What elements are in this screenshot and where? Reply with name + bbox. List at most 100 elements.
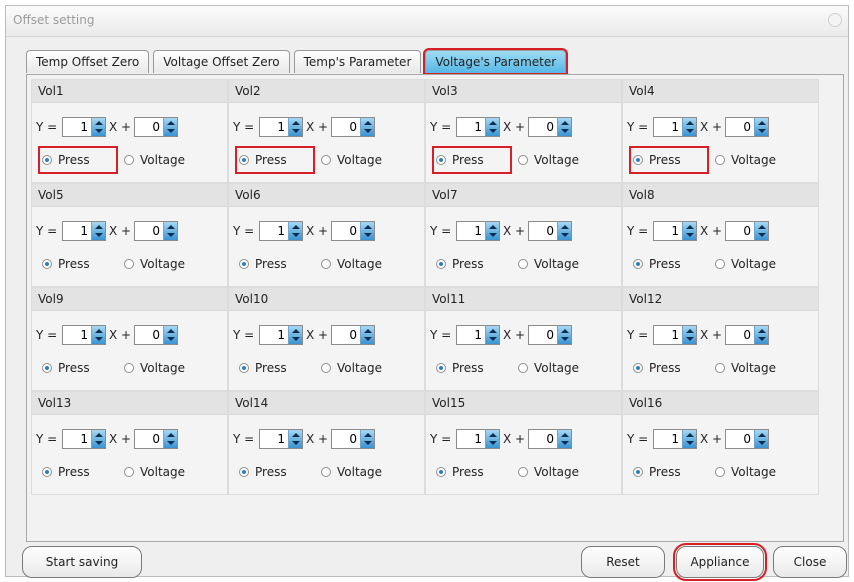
spin-arrows-icon[interactable] — [754, 222, 768, 240]
voltage-radio[interactable]: Voltage — [518, 358, 579, 378]
press-radio[interactable]: Press — [436, 358, 508, 378]
x-offset-input[interactable] — [332, 326, 360, 344]
close-button[interactable]: Close — [773, 546, 847, 578]
x-offset-spinner[interactable] — [134, 117, 178, 137]
x-offset-input[interactable] — [726, 118, 754, 136]
y-multiplier-input[interactable] — [654, 326, 682, 344]
x-offset-input[interactable] — [726, 326, 754, 344]
y-multiplier-input[interactable] — [457, 118, 485, 136]
spin-arrows-icon[interactable] — [288, 118, 302, 136]
y-multiplier-input[interactable] — [260, 222, 288, 240]
spin-arrows-icon[interactable] — [163, 326, 177, 344]
x-offset-spinner[interactable] — [528, 221, 572, 241]
spin-arrows-icon[interactable] — [360, 430, 374, 448]
reset-button[interactable]: Reset — [581, 546, 665, 578]
voltage-radio[interactable]: Voltage — [518, 150, 579, 170]
spin-arrows-icon[interactable] — [557, 326, 571, 344]
spin-arrows-icon[interactable] — [485, 222, 499, 240]
press-radio[interactable]: Press — [239, 462, 311, 482]
voltage-radio[interactable]: Voltage — [518, 462, 579, 482]
spin-arrows-icon[interactable] — [163, 222, 177, 240]
press-radio[interactable]: Press — [432, 146, 512, 174]
spin-arrows-icon[interactable] — [91, 326, 105, 344]
window-corner-icon[interactable] — [828, 13, 842, 27]
y-multiplier-spinner[interactable] — [653, 429, 697, 449]
press-radio[interactable]: Press — [42, 462, 114, 482]
spin-arrows-icon[interactable] — [288, 430, 302, 448]
spin-arrows-icon[interactable] — [557, 222, 571, 240]
x-offset-spinner[interactable] — [331, 221, 375, 241]
x-offset-spinner[interactable] — [528, 117, 572, 137]
press-radio[interactable]: Press — [436, 462, 508, 482]
press-radio[interactable]: Press — [633, 462, 705, 482]
voltage-radio[interactable]: Voltage — [715, 254, 776, 274]
tab-temps-parameter[interactable]: Temp's Parameter — [293, 50, 422, 73]
press-radio[interactable]: Press — [239, 254, 311, 274]
x-offset-spinner[interactable] — [134, 429, 178, 449]
press-radio[interactable]: Press — [436, 254, 508, 274]
spin-arrows-icon[interactable] — [682, 118, 696, 136]
press-radio[interactable]: Press — [239, 358, 311, 378]
x-offset-spinner[interactable] — [725, 117, 769, 137]
y-multiplier-input[interactable] — [260, 326, 288, 344]
voltage-radio[interactable]: Voltage — [124, 358, 185, 378]
spin-arrows-icon[interactable] — [91, 430, 105, 448]
y-multiplier-input[interactable] — [260, 118, 288, 136]
press-radio[interactable]: Press — [633, 358, 705, 378]
spin-arrows-icon[interactable] — [163, 118, 177, 136]
y-multiplier-spinner[interactable] — [259, 429, 303, 449]
press-radio[interactable]: Press — [38, 146, 118, 174]
y-multiplier-input[interactable] — [63, 430, 91, 448]
y-multiplier-spinner[interactable] — [653, 325, 697, 345]
spin-arrows-icon[interactable] — [360, 222, 374, 240]
y-multiplier-input[interactable] — [260, 430, 288, 448]
spin-arrows-icon[interactable] — [288, 326, 302, 344]
x-offset-spinner[interactable] — [725, 325, 769, 345]
spin-arrows-icon[interactable] — [557, 430, 571, 448]
press-radio[interactable]: Press — [42, 358, 114, 378]
y-multiplier-input[interactable] — [63, 118, 91, 136]
y-multiplier-spinner[interactable] — [456, 117, 500, 137]
spin-arrows-icon[interactable] — [682, 326, 696, 344]
x-offset-spinner[interactable] — [134, 221, 178, 241]
spin-arrows-icon[interactable] — [754, 326, 768, 344]
x-offset-input[interactable] — [135, 222, 163, 240]
start-saving-button[interactable]: Start saving — [22, 546, 142, 578]
x-offset-input[interactable] — [529, 222, 557, 240]
spin-arrows-icon[interactable] — [754, 118, 768, 136]
voltage-radio[interactable]: Voltage — [124, 254, 185, 274]
voltage-radio[interactable]: Voltage — [715, 358, 776, 378]
voltage-radio[interactable]: Voltage — [518, 254, 579, 274]
y-multiplier-spinner[interactable] — [62, 221, 106, 241]
y-multiplier-input[interactable] — [654, 430, 682, 448]
voltage-radio[interactable]: Voltage — [715, 150, 776, 170]
spin-arrows-icon[interactable] — [485, 430, 499, 448]
x-offset-spinner[interactable] — [331, 117, 375, 137]
spin-arrows-icon[interactable] — [557, 118, 571, 136]
y-multiplier-input[interactable] — [457, 222, 485, 240]
y-multiplier-spinner[interactable] — [456, 429, 500, 449]
x-offset-spinner[interactable] — [528, 429, 572, 449]
x-offset-spinner[interactable] — [725, 429, 769, 449]
y-multiplier-input[interactable] — [63, 222, 91, 240]
spin-arrows-icon[interactable] — [288, 222, 302, 240]
y-multiplier-spinner[interactable] — [259, 325, 303, 345]
x-offset-input[interactable] — [332, 118, 360, 136]
spin-arrows-icon[interactable] — [485, 118, 499, 136]
y-multiplier-spinner[interactable] — [259, 221, 303, 241]
y-multiplier-input[interactable] — [63, 326, 91, 344]
spin-arrows-icon[interactable] — [754, 430, 768, 448]
x-offset-input[interactable] — [726, 430, 754, 448]
x-offset-input[interactable] — [135, 326, 163, 344]
x-offset-input[interactable] — [529, 118, 557, 136]
y-multiplier-spinner[interactable] — [653, 221, 697, 241]
x-offset-input[interactable] — [529, 430, 557, 448]
press-radio[interactable]: Press — [42, 254, 114, 274]
spin-arrows-icon[interactable] — [360, 326, 374, 344]
y-multiplier-input[interactable] — [654, 118, 682, 136]
spin-arrows-icon[interactable] — [163, 430, 177, 448]
spin-arrows-icon[interactable] — [682, 430, 696, 448]
press-radio[interactable]: Press — [235, 146, 315, 174]
tab-voltage-offset-zero[interactable]: Voltage Offset Zero — [153, 50, 290, 73]
y-multiplier-spinner[interactable] — [62, 117, 106, 137]
